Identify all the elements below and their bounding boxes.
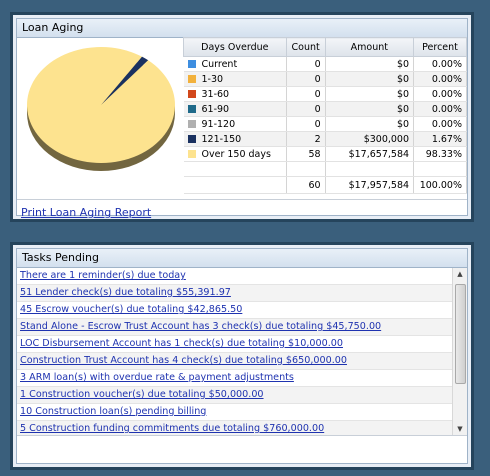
table-header-row: Days Overdue Count Amount Percent: [183, 37, 467, 57]
percent-cell: 0.00%: [413, 86, 467, 102]
loan-aging-panel: Loan Aging Days Overdue Count Amount Per…: [10, 12, 474, 222]
table-row: Current 0 $0 0.00%: [183, 56, 467, 72]
count-cell: 58: [286, 146, 326, 162]
task-item: 1 Construction voucher(s) due totaling $…: [17, 387, 456, 404]
tasks-pending-panel: Tasks Pending There are 1 reminder(s) du…: [10, 242, 474, 470]
percent-cell: 98.33%: [413, 146, 467, 162]
task-list: There are 1 reminder(s) due today 51 Lend…: [17, 268, 456, 435]
loan-aging-pie-chart: [23, 41, 183, 181]
amount-cell: $0: [325, 101, 415, 117]
tasks-pending-title: Tasks Pending: [17, 249, 467, 268]
table-row: 61-90 0 $0 0.00%: [183, 101, 467, 117]
amount-cell: $0: [325, 56, 415, 72]
task-link[interactable]: 10 Construction loan(s) pending billing: [20, 406, 206, 417]
percent-cell: 0.00%: [413, 101, 467, 117]
task-item: Construction Trust Account has 4 check(s…: [17, 353, 456, 370]
percent-cell: 0.00%: [413, 116, 467, 132]
percent-cell: 1.67%: [413, 131, 467, 147]
task-item: 3 ARM loan(s) with overdue rate & paymen…: [17, 370, 456, 387]
task-link[interactable]: There are 1 reminder(s) due today: [20, 270, 186, 281]
print-loan-aging-report-link[interactable]: Print Loan Aging Report: [21, 206, 151, 219]
count-cell: 2: [286, 131, 326, 147]
amount-cell: $17,657,584: [325, 146, 415, 162]
days-overdue-label: 1-30: [201, 73, 224, 85]
legend-swatch: [187, 149, 196, 158]
legend-swatch: [187, 89, 196, 98]
days-overdue-label: 91-120: [201, 118, 236, 130]
amount-cell: $300,000: [325, 131, 415, 147]
scroll-up-arrow-icon[interactable]: ▲: [453, 268, 467, 280]
tasks-footer: [17, 435, 467, 463]
table-total-row: 60 $17,957,584 100.00%: [183, 176, 467, 194]
legend-swatch: [187, 119, 196, 128]
days-overdue-cell: 121-150: [183, 131, 287, 147]
task-item: Stand Alone - Escrow Trust Account has 3…: [17, 319, 456, 336]
days-overdue-label: Over 150 days: [201, 148, 271, 160]
days-overdue-cell: 61-90: [183, 101, 287, 117]
count-cell: 0: [286, 86, 326, 102]
task-item: 51 Lender check(s) due totaling $55,391.…: [17, 285, 456, 302]
col-days-overdue: Days Overdue: [183, 37, 287, 57]
scrollbar-thumb[interactable]: [455, 284, 466, 384]
amount-cell: $0: [325, 116, 415, 132]
days-overdue-label: 121-150: [201, 133, 242, 145]
task-item: 45 Escrow voucher(s) due totaling $42,86…: [17, 302, 456, 319]
days-overdue-cell: 91-120: [183, 116, 287, 132]
amount-cell: $0: [325, 71, 415, 87]
task-item: 5 Construction funding commitments due t…: [17, 421, 456, 435]
table-row: 91-120 0 $0 0.00%: [183, 116, 467, 132]
total-label-cell: [183, 176, 287, 194]
total-amount-cell: $17,957,584: [325, 176, 415, 194]
amount-cell: $0: [325, 86, 415, 102]
percent-cell: 0.00%: [413, 71, 467, 87]
scroll-down-arrow-icon[interactable]: ▼: [453, 423, 467, 435]
count-cell: 0: [286, 116, 326, 132]
legend-swatch: [187, 74, 196, 83]
task-link[interactable]: Stand Alone - Escrow Trust Account has 3…: [20, 321, 381, 332]
days-overdue-cell: Over 150 days: [183, 146, 287, 162]
task-list-scrollbar[interactable]: ▲ ▼: [452, 268, 467, 435]
days-overdue-label: Current: [201, 58, 238, 70]
loan-aging-body: Loan Aging Days Overdue Count Amount Per…: [16, 18, 468, 219]
task-item: There are 1 reminder(s) due today: [17, 268, 456, 285]
legend-swatch: [187, 134, 196, 143]
count-cell: 0: [286, 56, 326, 72]
task-link[interactable]: LOC Disbursement Account has 1 check(s) …: [20, 338, 343, 349]
task-item: LOC Disbursement Account has 1 check(s) …: [17, 336, 456, 353]
loan-aging-table: Days Overdue Count Amount Percent Curren…: [183, 37, 467, 194]
task-link[interactable]: 45 Escrow voucher(s) due totaling $42,86…: [20, 304, 242, 315]
table-row: Over 150 days 58 $17,657,584 98.33%: [183, 146, 467, 162]
total-count-cell: 60: [286, 176, 326, 194]
table-row: 1-30 0 $0 0.00%: [183, 71, 467, 87]
pie-slice-over-150-days: [26, 46, 175, 163]
task-link[interactable]: 1 Construction voucher(s) due totaling $…: [20, 389, 264, 400]
task-link[interactable]: 3 ARM loan(s) with overdue rate & paymen…: [20, 372, 294, 383]
table-row: 31-60 0 $0 0.00%: [183, 86, 467, 102]
legend-swatch: [187, 104, 196, 113]
loan-aging-title: Loan Aging: [17, 19, 467, 38]
col-count: Count: [285, 37, 326, 57]
count-cell: 0: [286, 101, 326, 117]
col-percent: Percent: [413, 37, 467, 57]
count-cell: 0: [286, 71, 326, 87]
total-percent-cell: 100.00%: [413, 176, 467, 194]
task-link[interactable]: 51 Lender check(s) due totaling $55,391.…: [20, 287, 231, 298]
days-overdue-cell: 1-30: [183, 71, 287, 87]
days-overdue-label: 31-60: [201, 88, 230, 100]
col-amount: Amount: [324, 37, 415, 57]
table-row: 121-150 2 $300,000 1.67%: [183, 131, 467, 147]
task-link[interactable]: 5 Construction funding commitments due t…: [20, 423, 324, 434]
days-overdue-cell: Current: [183, 56, 287, 72]
task-item: 10 Construction loan(s) pending billing: [17, 404, 456, 421]
percent-cell: 0.00%: [413, 56, 467, 72]
days-overdue-label: 61-90: [201, 103, 230, 115]
task-link[interactable]: Construction Trust Account has 4 check(s…: [20, 355, 347, 366]
table-spacer-row: [183, 161, 467, 177]
legend-swatch: [187, 59, 196, 68]
loan-aging-divider: [17, 199, 467, 200]
pie-chart-svg: [26, 46, 175, 171]
tasks-pending-body: Tasks Pending There are 1 reminder(s) du…: [16, 248, 468, 464]
days-overdue-cell: 31-60: [183, 86, 287, 102]
